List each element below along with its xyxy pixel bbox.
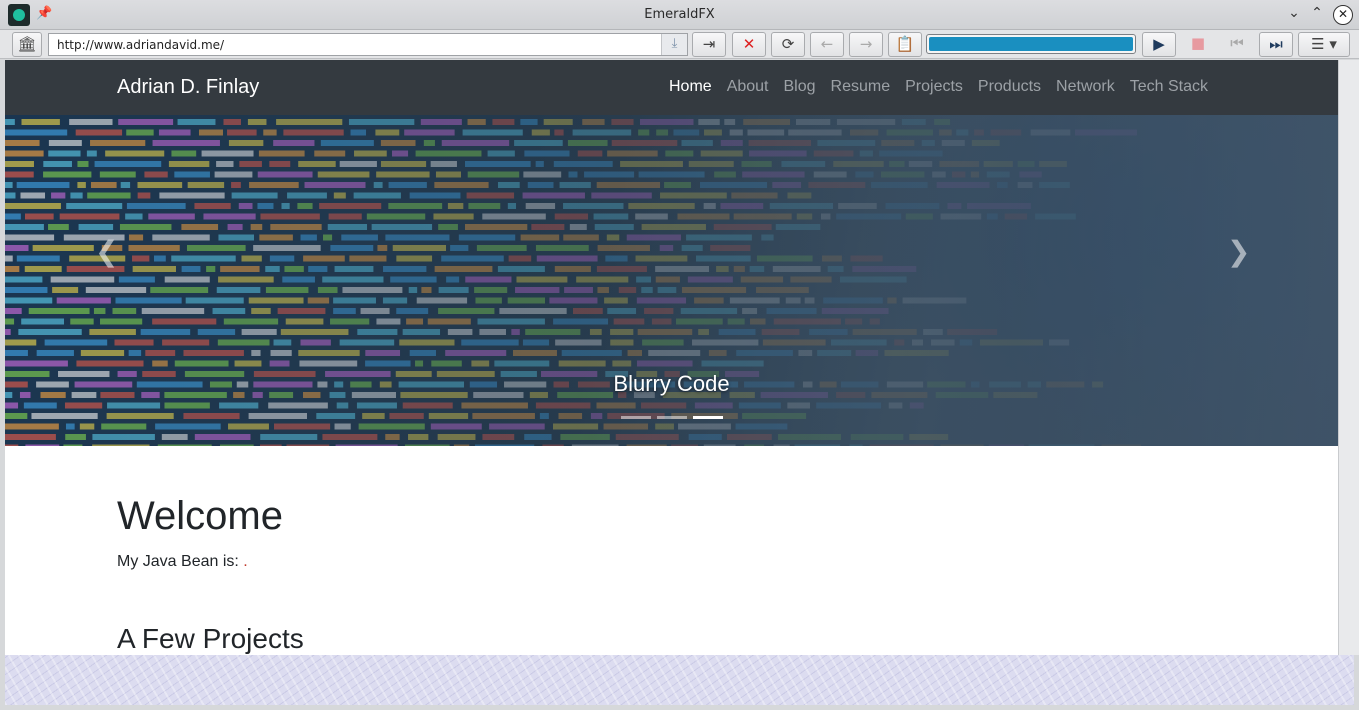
skip-forward-button[interactable]: ⏭ (1259, 32, 1293, 57)
media-stop-button[interactable]: ■ (1181, 32, 1215, 57)
page-load-progress (926, 34, 1136, 54)
close-window-icon[interactable]: ✕ (1333, 5, 1353, 25)
hamburger-menu-icon: ☰ ▾ (1311, 35, 1337, 53)
web-viewport: Adrian D. Finlay Home About Blog Resume Proj… (5, 60, 1338, 655)
clipboard-icon: 📋 (895, 35, 915, 53)
carousel-indicator[interactable] (657, 416, 687, 419)
carousel-next-icon[interactable]: ❯ (1227, 235, 1250, 268)
site-brand[interactable]: Adrian D. Finlay (117, 76, 259, 99)
window-titlebar: 📌 EmeraldFX ⌄ ⌃ ✕ (0, 0, 1359, 30)
menu-button[interactable]: ☰ ▾ (1298, 32, 1350, 57)
nav-link-tech-stack[interactable]: Tech Stack (1130, 78, 1208, 96)
home-icon: 🏛 (17, 35, 37, 53)
download-icon[interactable]: ⤓ (661, 34, 687, 55)
nav-link-about[interactable]: About (727, 78, 769, 96)
projects-heading: A Few Projects (117, 623, 304, 654)
home-button[interactable]: 🏛 (12, 32, 42, 57)
stop-button[interactable]: ✕ (732, 32, 766, 57)
carousel-prev-icon[interactable]: ❮ (95, 235, 118, 268)
reload-icon: ⟳ (781, 35, 795, 53)
stop-square-icon: ■ (1190, 34, 1206, 52)
progress-fill (929, 37, 1133, 51)
carousel-caption: Blurry Code (613, 371, 730, 396)
forward-button[interactable]: → (849, 32, 883, 57)
open-button[interactable]: ⇥ (692, 32, 726, 57)
clipboard-button[interactable]: 📋 (888, 32, 922, 57)
site-nav-links: Home About Blog Resume Projects Products Netwo… (669, 78, 1223, 96)
reload-button[interactable]: ⟳ (771, 32, 805, 57)
minimize-icon[interactable]: ⌄ (1284, 5, 1304, 21)
skip-back-icon: ⏮ (1230, 34, 1244, 52)
nav-link-network[interactable]: Network (1056, 78, 1115, 96)
java-bean-text: My Java Bean is: . (117, 553, 248, 571)
nav-link-home[interactable]: Home (669, 78, 712, 96)
back-button[interactable]: ← (810, 32, 844, 57)
nav-link-blog[interactable]: Blog (784, 78, 816, 96)
browser-toolbar: 🏛 ⤓ ⇥ ✕ ⟳ ← → 📋 ▶ ■ ⏮ ⏭ ☰ ▾ (0, 30, 1359, 59)
arrow-left-icon: ← (820, 35, 834, 53)
arrow-right-icon: → (859, 35, 873, 53)
enter-icon: ⇥ (702, 35, 716, 53)
nav-link-projects[interactable]: Projects (905, 78, 963, 96)
url-input[interactable] (49, 34, 649, 56)
carousel-indicators (621, 416, 723, 419)
status-area (5, 655, 1354, 705)
welcome-heading: Welcome (117, 494, 283, 538)
carousel-indicator[interactable] (621, 416, 651, 419)
skip-back-button[interactable]: ⏮ (1220, 32, 1254, 57)
nav-link-products[interactable]: Products (978, 78, 1041, 96)
java-bean-value: . (243, 553, 248, 570)
skip-forward-icon: ⏭ (1269, 35, 1283, 53)
nav-link-resume[interactable]: Resume (831, 78, 891, 96)
stop-x-icon: ✕ (742, 35, 756, 53)
window-title: EmeraldFX (644, 7, 715, 22)
play-icon: ▶ (1153, 35, 1165, 53)
maximize-icon[interactable]: ⌃ (1307, 5, 1327, 21)
play-button[interactable]: ▶ (1142, 32, 1176, 57)
carousel-indicator[interactable] (693, 416, 723, 419)
site-navbar: Adrian D. Finlay Home About Blog Resume Proj… (5, 60, 1338, 115)
hero-carousel: ❮ ❯ Blurry Code (5, 115, 1338, 446)
java-bean-label: My Java Bean is: (117, 553, 244, 570)
right-frame (1338, 60, 1359, 655)
url-bar: ⤓ (48, 33, 688, 56)
